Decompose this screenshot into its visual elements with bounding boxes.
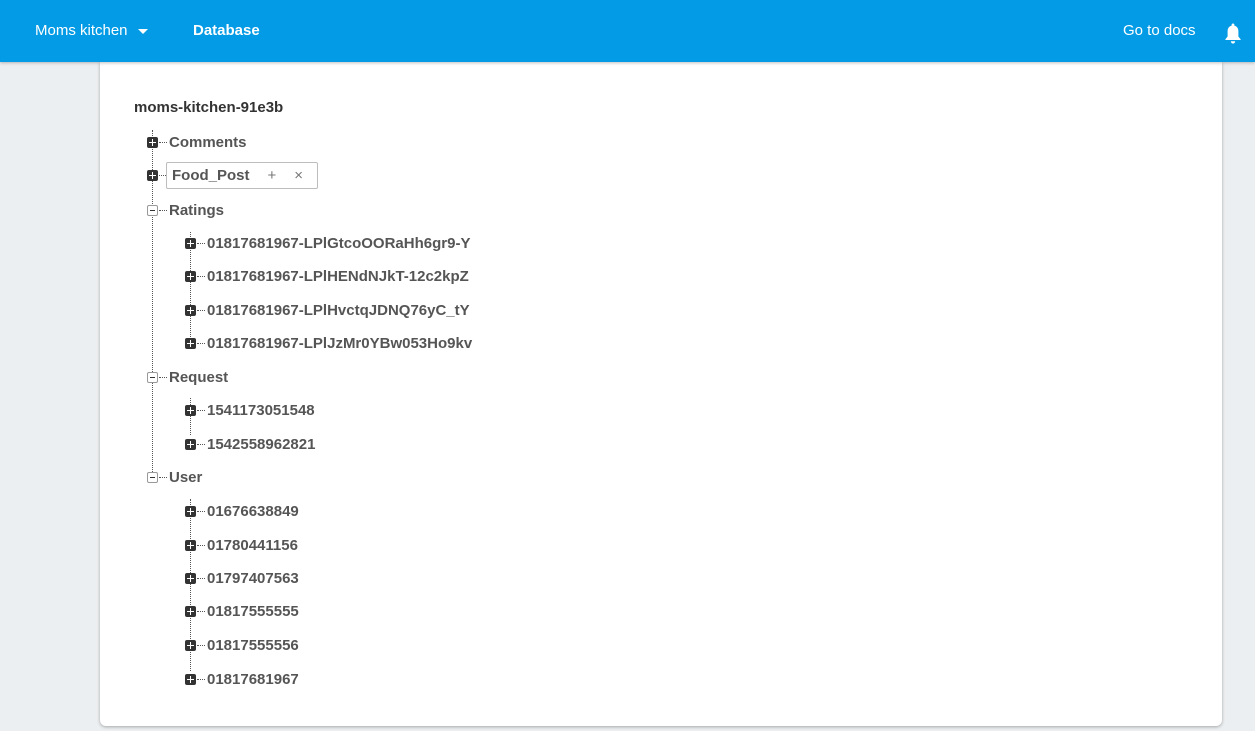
expand-icon[interactable] <box>185 605 196 617</box>
tree-node-label: 01676638849 <box>207 502 299 520</box>
tree-node-label: 1541173051548 <box>207 401 315 419</box>
expand-icon[interactable] <box>185 237 196 249</box>
tree-child-node[interactable]: 01817681967 <box>185 669 299 689</box>
tree-child-node[interactable]: 01817555556 <box>185 635 299 655</box>
tree-connector <box>159 141 167 143</box>
tree-node-label: 01817681967 <box>207 670 299 688</box>
expand-icon[interactable] <box>185 673 196 685</box>
expand-icon[interactable] <box>185 404 196 416</box>
tree-node-food-post[interactable]: Food_Post + × <box>147 161 319 189</box>
tree-connector <box>197 275 205 277</box>
tree-connector <box>197 577 205 579</box>
tree-connector <box>197 610 205 612</box>
tree-connector <box>197 309 205 311</box>
tree-node-label: User <box>169 468 203 486</box>
tree-connector <box>159 376 167 378</box>
go-to-docs-link[interactable]: Go to docs <box>1123 22 1196 39</box>
project-switcher[interactable]: Moms kitchen <box>35 22 148 39</box>
tree-child-node[interactable]: 1541173051548 <box>185 400 315 420</box>
tree-child-node[interactable]: 01817681967-LPlGtcoOORaHh6gr9-Y <box>185 233 470 253</box>
tree-connector <box>159 209 167 211</box>
tree-child-node[interactable]: 1542558962821 <box>185 434 315 454</box>
tree-child-node[interactable]: 01817681967-LPlJzMr0YBw053Ho9kv <box>185 333 472 353</box>
expand-icon[interactable] <box>185 304 196 316</box>
tree-node-request[interactable]: Request <box>147 367 228 387</box>
bell-icon[interactable] <box>1225 23 1241 44</box>
page-title: Database <box>193 22 260 39</box>
tree-node-label: 01797407563 <box>207 569 299 587</box>
tree-child-node[interactable]: 01797407563 <box>185 568 299 588</box>
selected-node-box: Food_Post + × <box>166 161 319 189</box>
expand-icon[interactable] <box>185 270 196 282</box>
expand-icon[interactable] <box>185 539 196 551</box>
add-child-icon[interactable]: + <box>268 168 277 183</box>
project-name: Moms kitchen <box>35 22 128 39</box>
tree-node-label: 01817555555 <box>207 602 299 620</box>
tree-node-label: 01817681967-LPlHENdNJkT-12c2kpZ <box>207 267 469 285</box>
tree-child-node[interactable]: 01817681967-LPlHENdNJkT-12c2kpZ <box>185 266 469 286</box>
tree-node-label: Comments <box>169 133 247 151</box>
expand-icon[interactable] <box>185 572 196 584</box>
tree-node-label: 01817681967-LPlHvctqJDNQ76yC_tY <box>207 301 470 319</box>
tree-node-comments[interactable]: Comments <box>147 132 247 152</box>
expand-icon[interactable] <box>147 169 158 181</box>
tree-node-ratings[interactable]: Ratings <box>147 200 224 220</box>
tree-child-node[interactable]: 01817555555 <box>185 601 299 621</box>
expand-icon[interactable] <box>185 438 196 450</box>
tree-connector <box>197 544 205 546</box>
collapse-icon[interactable] <box>147 471 158 483</box>
tree-node-label: 01817555556 <box>207 636 299 654</box>
collapse-icon[interactable] <box>147 204 158 216</box>
tree-child-node[interactable]: 01817681967-LPlHvctqJDNQ76yC_tY <box>185 300 470 320</box>
top-app-bar: Moms kitchen Database Go to docs <box>0 0 1255 62</box>
tree-connector <box>159 174 166 176</box>
expand-icon[interactable] <box>185 505 196 517</box>
tree-connector <box>159 476 167 478</box>
tree-node-label: 1542558962821 <box>207 435 316 453</box>
tree-node-label: Ratings <box>169 201 225 219</box>
tree-connector <box>197 342 205 344</box>
tree-node-label: 01780441156 <box>207 536 298 554</box>
tree-node-user[interactable]: User <box>147 467 202 487</box>
tree-child-node[interactable]: 01780441156 <box>185 535 298 555</box>
tree-node-label: 01817681967-LPlGtcoOORaHh6gr9-Y <box>207 234 471 252</box>
expand-icon[interactable] <box>185 639 196 651</box>
expand-icon[interactable] <box>147 136 158 148</box>
expand-icon[interactable] <box>185 337 196 349</box>
chevron-down-icon <box>137 29 148 34</box>
tree-connector <box>197 644 205 646</box>
tree-connector <box>197 409 205 411</box>
tree-connector <box>197 678 205 680</box>
tree-connector <box>197 242 205 244</box>
collapse-icon[interactable] <box>147 371 158 383</box>
tree-child-node[interactable]: 01676638849 <box>185 501 299 521</box>
database-panel: moms-kitchen-91e3b Comments Food_Post + … <box>100 62 1222 726</box>
tree-connector <box>197 443 205 445</box>
tree-node-label: 01817681967-LPlJzMr0YBw053Ho9kv <box>207 334 473 352</box>
tree-node-label: Food_Post <box>172 166 250 184</box>
database-root-label: moms-kitchen-91e3b <box>134 99 284 116</box>
tree-node-label: Request <box>169 368 229 386</box>
delete-node-icon[interactable]: × <box>294 168 303 183</box>
tree-connector <box>197 510 205 512</box>
